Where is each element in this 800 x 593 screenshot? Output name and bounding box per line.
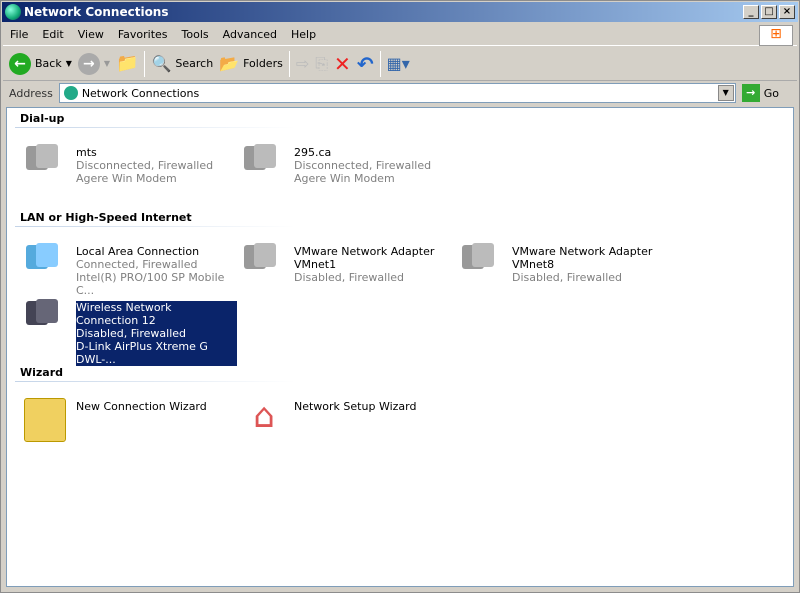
dialup-connection-icon bbox=[22, 142, 70, 190]
connection-wireless[interactable]: Wireless Network Connection 12 Disabled, … bbox=[22, 297, 237, 366]
go-button[interactable]: → Go bbox=[736, 84, 797, 102]
separator bbox=[144, 50, 146, 77]
maximize-button[interactable]: □ bbox=[761, 5, 777, 19]
menu-help[interactable]: Help bbox=[284, 28, 323, 41]
connection-mts[interactable]: mts Disconnected, Firewalled Agere Win Mod… bbox=[22, 142, 237, 192]
connection-vmnet8[interactable]: VMware Network Adapter VMnet8 Disabled, Fi… bbox=[458, 241, 673, 291]
explorer-window: Network Connections _ □ × File Edit View… bbox=[0, 0, 800, 593]
network-setup-wizard[interactable]: ⌂ Network Setup Wizard bbox=[240, 396, 455, 446]
lan-connection-icon bbox=[240, 241, 288, 289]
go-label: Go bbox=[763, 86, 779, 100]
connection-device: Agere Win Modem bbox=[294, 172, 395, 185]
go-arrow-icon: → bbox=[741, 84, 760, 102]
connection-name: VMware Network Adapter bbox=[512, 245, 653, 258]
move-to-icon[interactable]: ⇨ bbox=[296, 54, 309, 73]
menu-bar: File Edit View Favorites Tools Advanced … bbox=[3, 24, 797, 46]
connection-name: mts bbox=[76, 146, 97, 159]
lan-connection-icon bbox=[22, 241, 70, 289]
connection-295ca[interactable]: 295.ca Disconnected, Firewalled Agere Win … bbox=[240, 142, 455, 192]
menu-view[interactable]: View bbox=[71, 28, 111, 41]
address-dropdown-icon[interactable]: ▼ bbox=[717, 85, 734, 101]
connection-status: Disabled, Firewalled bbox=[76, 327, 187, 340]
connection-name: 295.ca bbox=[294, 146, 332, 159]
address-value: Network Connections bbox=[81, 86, 200, 100]
menu-edit[interactable]: Edit bbox=[35, 28, 70, 41]
connection-name: Local Area Connection bbox=[76, 245, 200, 258]
up-folder-icon: 📁 bbox=[116, 53, 139, 74]
toolbar: ← Back ▼ → ▼ 📁 🔍 Search 📂 Folders ⇨ ⎘ ✕ ↶ ▦▾ bbox=[3, 47, 797, 81]
wizard-name: Network Setup Wizard bbox=[294, 400, 417, 413]
back-label: Back bbox=[35, 57, 62, 70]
forward-button[interactable]: → ▼ bbox=[77, 52, 110, 75]
back-button[interactable]: ← Back ▼ bbox=[9, 52, 72, 75]
forward-dropdown-icon[interactable]: ▼ bbox=[104, 59, 110, 68]
folders-button[interactable]: 📂 Folders bbox=[219, 54, 283, 73]
network-icon bbox=[5, 4, 21, 20]
address-input[interactable]: Network Connections ▼ bbox=[58, 83, 736, 103]
window-title: Network Connections bbox=[24, 5, 169, 19]
menu-tools[interactable]: Tools bbox=[175, 28, 216, 41]
undo-icon[interactable]: ↶ bbox=[357, 52, 374, 76]
folders-label: Folders bbox=[243, 57, 283, 70]
windows-logo-icon: ⊞ bbox=[759, 25, 793, 46]
lan-connection-icon bbox=[458, 241, 506, 289]
group-header-wizard: Wizard bbox=[20, 366, 64, 379]
wizard-name: New Connection Wizard bbox=[76, 400, 207, 413]
up-folder-button[interactable]: 📁 bbox=[116, 53, 138, 74]
delete-icon[interactable]: ✕ bbox=[334, 52, 351, 76]
connection-status: Disconnected, Firewalled bbox=[76, 159, 214, 172]
menu-advanced[interactable]: Advanced bbox=[216, 28, 284, 41]
minimize-button[interactable]: _ bbox=[743, 5, 759, 19]
menu-file[interactable]: File bbox=[3, 28, 35, 41]
connection-name-line2: VMnet1 bbox=[294, 258, 337, 271]
group-header-dialup: Dial-up bbox=[20, 112, 65, 125]
views-icon[interactable]: ▦▾ bbox=[387, 54, 410, 73]
new-connection-wizard[interactable]: New Connection Wizard bbox=[22, 396, 237, 446]
network-icon bbox=[63, 86, 78, 100]
connection-device: Intel(R) PRO/100 SP Mobile C... bbox=[76, 271, 225, 297]
connection-device: Agere Win Modem bbox=[76, 172, 177, 185]
dialup-connection-icon bbox=[240, 142, 288, 190]
copy-to-icon[interactable]: ⎘ bbox=[315, 54, 328, 74]
address-label: Address bbox=[9, 86, 53, 100]
divider bbox=[15, 381, 295, 382]
back-arrow-icon: ← bbox=[9, 52, 31, 75]
connection-status: Disabled, Firewalled bbox=[512, 271, 623, 284]
divider bbox=[15, 226, 295, 227]
connection-status: Disabled, Firewalled bbox=[294, 271, 405, 284]
connection-name: VMware Network Adapter bbox=[294, 245, 435, 258]
folders-icon: 📂 bbox=[219, 54, 240, 73]
connections-list: Dial-up mts Disconnected, Firewalled Agere… bbox=[6, 107, 794, 587]
separator bbox=[379, 50, 381, 77]
home-network-icon: ⌂ bbox=[253, 396, 275, 436]
address-bar: Address Network Connections ▼ → Go bbox=[3, 82, 797, 104]
connection-status: Connected, Firewalled bbox=[76, 258, 198, 271]
separator bbox=[288, 50, 290, 77]
menu-favorites[interactable]: Favorites bbox=[111, 28, 175, 41]
search-label: Search bbox=[175, 57, 214, 70]
connection-local-area[interactable]: Local Area Connection Connected, Firewall… bbox=[22, 241, 237, 297]
title-bar[interactable]: Network Connections _ □ × bbox=[2, 2, 798, 22]
connection-name-line2: VMnet8 bbox=[512, 258, 555, 271]
new-connection-wizard-icon bbox=[22, 396, 70, 444]
group-header-lan: LAN or High-Speed Internet bbox=[20, 211, 192, 224]
divider bbox=[15, 127, 295, 128]
close-button[interactable]: × bbox=[779, 5, 795, 19]
search-icon: 🔍 bbox=[151, 54, 172, 73]
forward-arrow-icon: → bbox=[77, 52, 100, 75]
connection-name: Wireless Network Connection 12 bbox=[76, 301, 172, 327]
connection-status: Disconnected, Firewalled bbox=[294, 159, 432, 172]
connection-vmnet1[interactable]: VMware Network Adapter VMnet1 Disabled, Fi… bbox=[240, 241, 455, 291]
connection-device: D-Link AirPlus Xtreme G DWL-... bbox=[76, 340, 208, 366]
back-dropdown-icon[interactable]: ▼ bbox=[66, 59, 72, 68]
search-button[interactable]: 🔍 Search bbox=[151, 54, 213, 73]
wireless-connection-icon bbox=[22, 297, 70, 345]
